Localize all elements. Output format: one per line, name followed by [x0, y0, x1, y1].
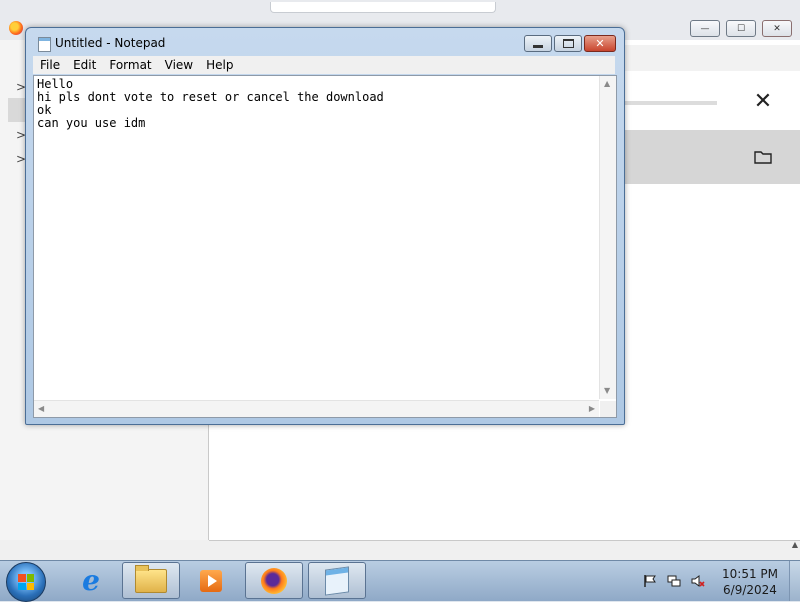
- scroll-arrow-icon[interactable]: ▲: [792, 540, 798, 549]
- text-editor[interactable]: Hello hi pls dont vote to reset or cance…: [33, 75, 617, 418]
- start-button[interactable]: [6, 562, 46, 602]
- menu-bar: File Edit Format View Help: [33, 56, 615, 74]
- browser-close-button[interactable]: ✕: [762, 20, 792, 37]
- menu-help[interactable]: Help: [199, 56, 239, 74]
- close-button[interactable]: ✕: [584, 35, 616, 52]
- resize-grip-icon[interactable]: [600, 401, 616, 417]
- taskbar-notepad[interactable]: [308, 562, 366, 599]
- vertical-scrollbar[interactable]: ▲ ▼: [599, 76, 616, 399]
- close-icon[interactable]: ✕: [752, 90, 774, 114]
- scroll-right-icon[interactable]: ▶: [589, 405, 595, 413]
- notepad-icon: [325, 565, 349, 596]
- taskbar-internet-explorer[interactable]: e: [62, 562, 120, 599]
- scroll-down-icon[interactable]: ▼: [604, 387, 610, 395]
- action-center-flag-icon[interactable]: [643, 574, 657, 588]
- editor-content[interactable]: Hello hi pls dont vote to reset or cance…: [37, 78, 597, 130]
- maximize-icon: [562, 39, 574, 48]
- notepad-window: Untitled - Notepad ✕ File Edit Format Vi…: [25, 27, 625, 425]
- menu-format[interactable]: Format: [102, 56, 157, 74]
- clock-date: 6/9/2024: [723, 583, 777, 597]
- network-icon[interactable]: [667, 574, 681, 588]
- menu-file[interactable]: File: [33, 56, 66, 74]
- show-desktop-button[interactable]: [789, 561, 800, 601]
- minimize-icon: [533, 44, 543, 48]
- browser-maximize-button[interactable]: ☐: [726, 20, 756, 37]
- menu-edit[interactable]: Edit: [66, 56, 102, 74]
- browser-window-controls: — ☐ ✕: [690, 20, 792, 37]
- internet-explorer-icon: e: [82, 564, 100, 597]
- firefox-logo-icon: [9, 21, 23, 35]
- system-clock[interactable]: 10:51 PM 6/9/2024: [718, 566, 782, 598]
- menu-view[interactable]: View: [158, 56, 199, 74]
- browser-minimize-button[interactable]: —: [690, 20, 720, 37]
- minimize-button[interactable]: [524, 35, 552, 52]
- taskbar-firefox[interactable]: [245, 562, 303, 599]
- window-title: Untitled - Notepad: [55, 36, 166, 50]
- browser-tab[interactable]: [270, 2, 496, 13]
- horizontal-scrollbar[interactable]: ◀ ▶: [34, 400, 599, 417]
- notepad-icon: [38, 37, 51, 52]
- taskbar: e 10:51 PM 6/9/2024: [0, 560, 800, 602]
- volume-muted-icon[interactable]: [691, 574, 705, 588]
- media-player-icon: [200, 569, 222, 592]
- notepad-window-controls: ✕: [524, 35, 616, 52]
- folder-icon[interactable]: [754, 150, 772, 164]
- firefox-icon: [261, 567, 287, 594]
- taskbar-file-explorer[interactable]: [122, 562, 180, 599]
- taskbar-media-player[interactable]: [182, 562, 240, 599]
- scroll-left-icon[interactable]: ◀: [38, 405, 44, 413]
- maximize-button[interactable]: [554, 35, 582, 52]
- scroll-up-icon[interactable]: ▲: [604, 80, 610, 88]
- windows-logo-icon: [18, 574, 34, 590]
- download-item[interactable]: [622, 130, 800, 184]
- folder-icon: [135, 564, 167, 593]
- clock-time: 10:51 PM: [722, 567, 778, 581]
